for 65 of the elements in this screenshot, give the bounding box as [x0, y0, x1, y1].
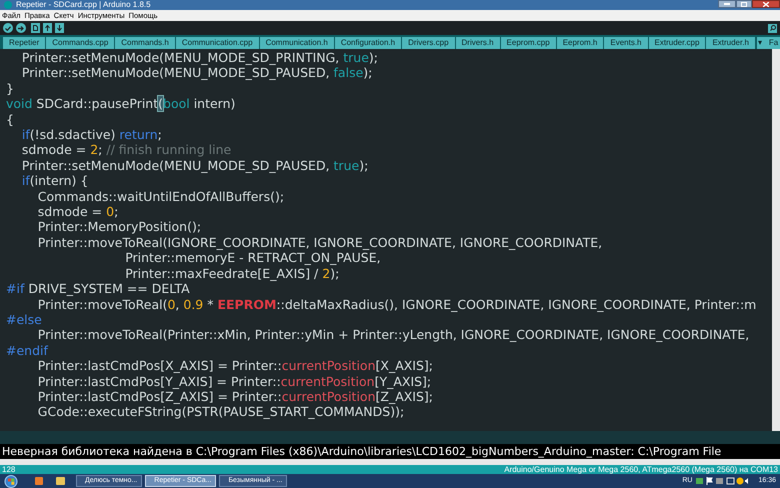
up-arrow-icon — [45, 25, 50, 31]
file-tab[interactable]: Extruder.cpp — [648, 37, 706, 49]
file-tab[interactable]: Extruder.h — [706, 37, 756, 49]
upload-button[interactable] — [16, 23, 26, 33]
app-icon — [4, 1, 12, 9]
code-line: Printer::lastCmdPos[X_AXIS] = Printer::currentPosition[X_AXIS]; — [36, 358, 434, 374]
document-icon — [33, 25, 38, 31]
file-tab[interactable]: Repetier — [3, 37, 46, 49]
close-button[interactable] — [752, 0, 780, 8]
check-icon — [5, 26, 11, 30]
board-info: Arduino/Genuino Mega or Mega 2560, ATmega2560 (Mega 2560) на COM13 — [504, 465, 778, 474]
open-button[interactable] — [43, 23, 52, 33]
maximize-button[interactable] — [736, 0, 752, 8]
code-line: Commands::waitUntilEndOfAllBuffers(); — [36, 188, 284, 204]
code-line: Printer::MemoryPosition(); — [36, 219, 202, 235]
horizontal-scrollbar[interactable] — [0, 459, 780, 465]
code-line: Printer::setMenuMode(MENU_MODE_SD_PAUSED, true); — [20, 158, 368, 174]
code-line: GCode::executeFString(PSTR(PAUSE_START_COMMANDS)); — [36, 404, 404, 420]
file-tab[interactable]: Drivers.h — [456, 37, 501, 49]
tray-icons-drawing — [696, 477, 748, 485]
line-number: 128 — [2, 465, 16, 474]
code-line: Printer::lastCmdPos[Z_AXIS] = Printer::currentPosition[Z_AXIS]; — [36, 388, 434, 404]
start-orb-icon[interactable] — [4, 474, 18, 488]
right-arrow-icon — [18, 26, 24, 30]
code-line: void SDCard::pausePrint(bool intern) — [6, 96, 236, 112]
code-line: if(!sd.sdactive) return; — [20, 127, 162, 142]
minimize-icon — [724, 3, 730, 5]
minimize-button[interactable] — [718, 0, 736, 8]
file-tab[interactable]: Fa — [762, 37, 780, 49]
file-tab[interactable]: Events.h — [604, 37, 649, 49]
file-tab[interactable]: Commands.h — [115, 37, 176, 49]
console-message: Неверная библиотека найдена в C:\Program Files (x86)\Arduino\libraries\LCD1602_bigNumbers_Arduino_master: C:\Program File — [2, 444, 722, 459]
down-arrow-icon — [57, 25, 62, 31]
file-tab[interactable]: Commands.cpp — [46, 37, 116, 49]
file-tab[interactable]: Communication.cpp — [176, 37, 260, 49]
code-line: sdmode = 2; // finish running line — [20, 142, 232, 158]
close-icon — [763, 2, 769, 6]
code-line: Printer::setMenuMode(MENU_MODE_SD_PRINTING, true); — [20, 50, 378, 66]
code-line: Printer::moveToReal(IGNORE_COORDINATE, IGNORE_COORDINATE, IGNORE_COORDINATE, — [36, 234, 602, 250]
code-line: { — [6, 112, 14, 128]
window-title: Repetier - SDCard.cpp | Arduino 1.8.5 — [16, 0, 151, 10]
code-line: #if DRIVE_SYSTEM == DELTA — [6, 281, 190, 296]
verify-button[interactable] — [3, 23, 13, 33]
file-tab[interactable]: Drivers.cpp — [402, 37, 456, 49]
code-line: sdmode = 0; — [36, 204, 118, 220]
code-line: Printer::maxFeedrate[E_AXIS] / 2); — [124, 266, 340, 282]
code-line: Printer::memoryE - RETRACT_ON_PAUSE, — [124, 250, 381, 266]
code-line: if(intern) { — [20, 173, 88, 189]
code-line: #else — [6, 312, 42, 328]
code-line: Printer::moveToReal(0, 0.9 * EEPROM::deltaMaxRadius(), IGNORE_COORDINATE, IGNORE_COORDINATE, Printer::m — [36, 296, 756, 312]
save-button[interactable] — [55, 23, 64, 33]
file-tab[interactable]: Eeprom.cpp — [500, 37, 557, 49]
new-button[interactable] — [31, 23, 40, 33]
file-tab[interactable]: Communication.h — [260, 37, 335, 49]
file-tab[interactable]: Eeprom.h — [556, 37, 604, 49]
code-line: } — [6, 80, 14, 96]
code-line: #endif — [6, 342, 48, 358]
code-line: Printer::moveToReal(Printer::xMin, Printer::yMin + Printer::yLength, IGNORE_COORDINATE, IGNORE_COORDINATE, — [36, 327, 750, 343]
code-line: Printer::lastCmdPos[Y_AXIS] = Printer::currentPosition[Y_AXIS]; — [36, 374, 432, 389]
code-line: Printer::setMenuMode(MENU_MODE_SD_PAUSED, false); — [20, 65, 372, 81]
search-icon — [770, 25, 776, 31]
serial-monitor-button[interactable] — [768, 24, 777, 32]
maximize-icon — [741, 2, 747, 6]
file-tab[interactable]: Configuration.h — [334, 37, 402, 49]
vertical-scrollbar[interactable] — [772, 49, 780, 431]
